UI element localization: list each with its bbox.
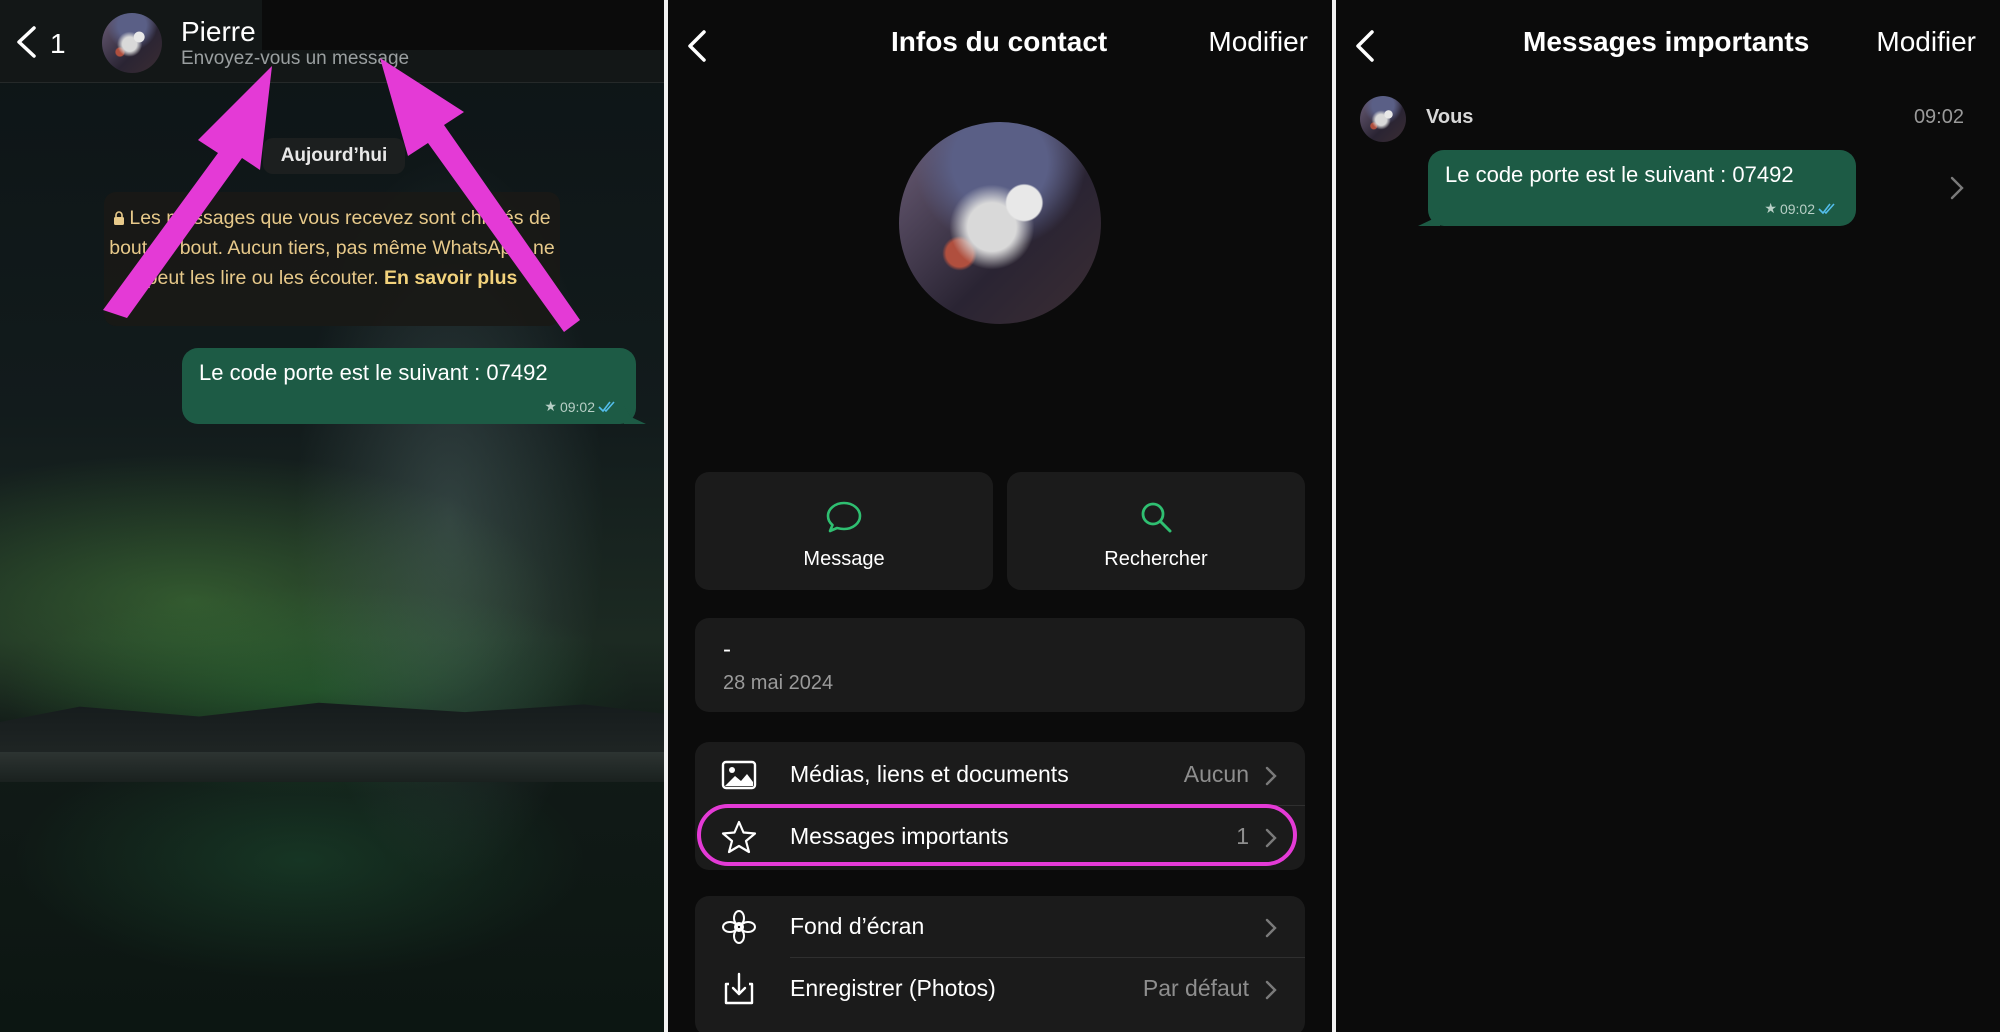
row-media-links-docs[interactable]: Médias, liens et documents Aucun <box>695 744 1305 806</box>
row-label: Fond d’écran <box>790 913 925 939</box>
encryption-notice[interactable]: Les messages que vous recevez sont chiff… <box>104 192 560 326</box>
back-button[interactable] <box>14 22 54 62</box>
row-label: Médias, liens et documents <box>790 761 1069 787</box>
edit-button[interactable]: Modifier <box>1208 26 1308 58</box>
row-value: Aucun <box>1183 761 1249 787</box>
starred-time: 09:02 <box>1913 106 1964 128</box>
double-check-icon <box>598 400 615 412</box>
date-chip: Aujourd’hui <box>263 138 405 174</box>
chevron-right-icon <box>1265 766 1277 786</box>
starred-messages-panel: Messages importants Modifier Vous 09:02 … <box>1336 0 2000 1032</box>
starred-message-bubble[interactable]: Le code porte est le suivant : 07492 ★ 0… <box>1418 150 1856 226</box>
edit-button[interactable]: Modifier <box>1876 26 1976 58</box>
message-meta: ★ 09:02 <box>544 398 618 415</box>
chevron-left-icon[interactable] <box>682 26 712 66</box>
sender-name: Vous <box>1426 106 1474 128</box>
image-icon <box>721 760 757 790</box>
chevron-left-icon[interactable] <box>1350 26 1380 66</box>
learn-more-link[interactable]: En savoir plus <box>384 267 517 289</box>
wallpaper-save-group: Fond d’écran Enregistrer (Photos) Par dé… <box>695 896 1305 1032</box>
about-text: - <box>723 636 731 663</box>
message-time: 09:02 <box>1779 200 1815 217</box>
message-meta: ★ 09:02 <box>1764 200 1838 217</box>
bubble-tail <box>1418 208 1440 226</box>
message-text: Le code porte est le suivant : 07492 <box>199 360 548 385</box>
message-icon <box>826 501 862 533</box>
row-label: Enregistrer (Photos) <box>790 975 996 1001</box>
wallpaper-lake <box>0 752 664 782</box>
star-icon: ★ <box>1764 200 1777 216</box>
avatar <box>1360 96 1406 142</box>
chevron-left-icon <box>17 26 36 58</box>
message-time: 09:02 <box>559 398 595 415</box>
contact-status: Envoyez-vous un message <box>181 48 410 69</box>
avatar[interactable] <box>102 13 162 73</box>
search-button-label: Rechercher <box>1104 548 1208 570</box>
chevron-right-icon <box>1265 980 1277 1000</box>
row-wallpaper[interactable]: Fond d’écran <box>695 896 1305 958</box>
chat-panel: 1 Pierre Envoyez-vous un message Aujourd… <box>0 0 664 1032</box>
message-bubble[interactable]: Le code porte est le suivant : 07492 ★ 0… <box>182 348 646 424</box>
row-value: Par défaut <box>1142 975 1249 1001</box>
star-icon: ★ <box>544 398 557 414</box>
message-text: Le code porte est le suivant : 07492 <box>1445 162 1794 187</box>
message-button-label: Message <box>803 548 885 570</box>
page-title: Messages importants <box>1523 26 1810 57</box>
contact-info-panel: Infos du contact Modifier Message Recher… <box>668 0 1332 1032</box>
save-icon <box>724 972 754 1005</box>
about-card[interactable]: - 28 mai 2024 <box>695 618 1305 712</box>
wallpaper-mountains <box>0 702 664 755</box>
avatar[interactable] <box>899 122 1101 324</box>
annotation-highlight-ring <box>697 804 1297 866</box>
search-icon <box>1141 502 1172 533</box>
about-date: 28 mai 2024 <box>723 672 834 694</box>
page-title: Infos du contact <box>891 26 1108 57</box>
contact-name[interactable]: Pierre <box>181 16 256 48</box>
unread-count: 1 <box>50 28 66 59</box>
chevron-right-icon[interactable] <box>1950 176 1964 200</box>
flower-icon <box>722 910 756 944</box>
search-button[interactable]: Rechercher <box>1007 472 1305 590</box>
message-button[interactable]: Message <box>695 472 993 590</box>
header-dark-region <box>262 0 664 50</box>
lock-icon <box>114 211 125 225</box>
double-check-icon <box>1818 202 1835 214</box>
chevron-right-icon <box>1265 918 1277 938</box>
chat-header: 1 Pierre Envoyez-vous un message <box>0 0 664 83</box>
row-save-to-photos[interactable]: Enregistrer (Photos) Par défaut <box>695 958 1305 1020</box>
